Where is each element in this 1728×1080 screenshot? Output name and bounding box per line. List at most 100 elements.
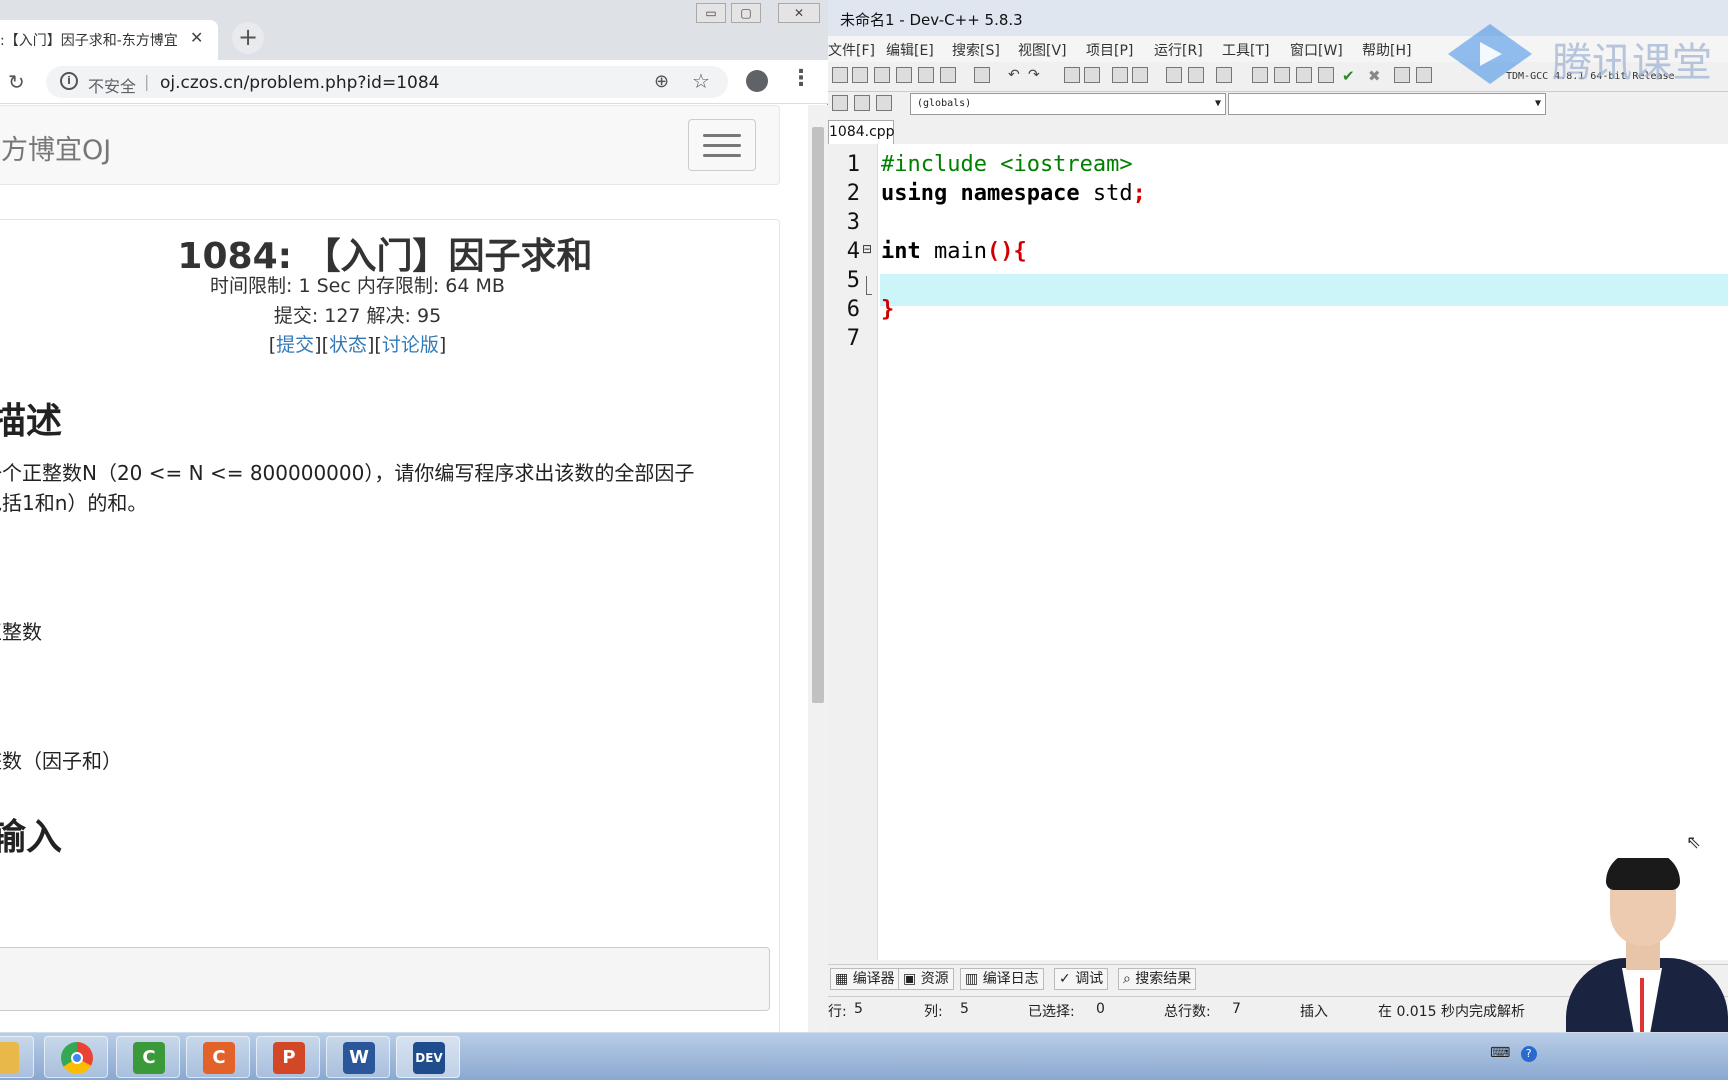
tab-close-icon[interactable]: ✕	[190, 28, 203, 47]
status-total: 7	[1232, 1001, 1241, 1017]
tab-search-results[interactable]: ⌕ 搜索结果	[1118, 968, 1197, 990]
keyboard-icon[interactable]: ⌨	[1490, 1045, 1510, 1061]
symbol-select[interactable]: ▼	[1228, 93, 1546, 115]
find-icon[interactable]	[1064, 67, 1080, 83]
current-line-highlight	[880, 274, 1728, 306]
browser-tab[interactable]: :【入门】因子求和-东方博宜 ✕	[0, 20, 218, 60]
minimize-button[interactable]: ▭	[696, 3, 726, 23]
site-navbar: 方博宜OJ	[0, 105, 780, 185]
status-col-label: 列:	[924, 1004, 943, 1020]
close-file-icon[interactable]	[918, 67, 934, 83]
line-number: 5	[846, 268, 860, 293]
tab-compile-log[interactable]: ▥ 编译日志	[960, 968, 1044, 990]
print-icon[interactable]	[974, 67, 990, 83]
indent-icon[interactable]	[1112, 67, 1128, 83]
menu-window[interactable]: 窗口[W]	[1290, 40, 1343, 60]
url-text[interactable]: oj.czos.cn/problem.php?id=1084	[160, 73, 439, 93]
bookmark-list-icon[interactable]	[876, 95, 892, 111]
tab-compiler[interactable]: ▦ 编译器	[830, 968, 900, 990]
menu-run[interactable]: 运行[R]	[1154, 40, 1203, 60]
open-file-icon[interactable]	[852, 67, 868, 83]
section-heading-description: 目描述	[0, 401, 63, 442]
scrollbar-thumb[interactable]	[812, 127, 824, 703]
bookmark-icon[interactable]	[1216, 67, 1232, 83]
fold-toggle-icon[interactable]: ⊟	[862, 242, 872, 256]
symbol: ;	[1132, 181, 1146, 206]
browser-window: :【入门】因子求和-东方博宜 ✕ + ▭ ▢ ✕ ↻ i 不安全 | oj.cz…	[0, 0, 828, 1032]
unindent-icon[interactable]	[1132, 67, 1148, 83]
taskbar-powerpoint[interactable]: P	[256, 1036, 320, 1078]
chevron-down-icon: ▼	[1534, 98, 1541, 109]
description-line-2: 包括1和n）的和。	[0, 491, 148, 515]
fold-line	[866, 276, 867, 294]
file-tab-1084[interactable]: 1084.cpp	[828, 120, 895, 144]
browser-menu-icon[interactable]: ⋮	[790, 66, 812, 91]
browser-toolbar: ↻ i 不安全 | oj.czos.cn/problem.php?id=1084…	[0, 60, 828, 104]
code-line-4: int main(){	[881, 239, 1027, 264]
chart-icon[interactable]	[1394, 67, 1410, 83]
scope-value: (globals)	[917, 98, 972, 109]
line-gutter: 1 2 3 4 5 6 7 ⊟	[828, 144, 878, 960]
replace-icon[interactable]	[1084, 67, 1100, 83]
site-brand[interactable]: 方博宜OJ	[1, 128, 111, 167]
undo-icon[interactable]: ↶	[1008, 67, 1024, 83]
code-editor[interactable]: 1 2 3 4 5 6 7 ⊟ #include <iostream> usin…	[828, 144, 1728, 960]
address-bar[interactable]: i 不安全 | oj.czos.cn/problem.php?id=1084 ⊕…	[46, 66, 728, 98]
class-browser-icon[interactable]	[832, 95, 848, 111]
check-syntax-icon[interactable]: ✔	[1342, 67, 1358, 85]
rebuild-icon[interactable]	[1318, 67, 1334, 83]
redo-icon[interactable]: ↷	[1028, 67, 1044, 83]
menu-search[interactable]: 搜索[S]	[952, 40, 1000, 60]
taskbar-word[interactable]: W	[326, 1036, 390, 1078]
taskbar-camtasia[interactable]: C	[186, 1036, 250, 1078]
menu-tools[interactable]: 工具[T]	[1222, 40, 1269, 60]
menu-view[interactable]: 视图[V]	[1018, 40, 1067, 60]
menu-project[interactable]: 项目[P]	[1086, 40, 1133, 60]
taskbar-explorer[interactable]	[0, 1036, 34, 1078]
back-icon[interactable]	[1166, 67, 1182, 83]
scope-select[interactable]: (globals) ▼	[910, 93, 1226, 115]
stop-icon[interactable]: ✖	[1368, 67, 1384, 85]
tab-debug[interactable]: ✓ 调试	[1054, 968, 1109, 990]
reload-icon[interactable]: ↻	[8, 70, 25, 94]
forward-icon[interactable]	[1188, 67, 1204, 83]
run-icon[interactable]	[1274, 67, 1290, 83]
close-all-icon[interactable]	[940, 67, 956, 83]
folder-icon	[0, 1042, 19, 1074]
maximize-button[interactable]: ▢	[731, 3, 761, 23]
problem-limits: 时间限制: 1 Sec 内存限制: 64 MB	[210, 275, 505, 297]
taskbar-devcpp[interactable]: DEV	[396, 1036, 460, 1078]
line-number: 2	[846, 181, 860, 206]
hamburger-menu-button[interactable]	[688, 119, 756, 171]
info-icon[interactable]: i	[60, 72, 78, 90]
zoom-icon[interactable]: ⊕	[654, 71, 669, 92]
description-line-1: 一个正整数N（20 <= N <= 800000000），请你编写程序求出该数的…	[0, 461, 695, 485]
save-all-icon[interactable]	[896, 67, 912, 83]
tab-resources[interactable]: ▣ 资源	[898, 968, 954, 990]
new-file-icon[interactable]	[832, 67, 848, 83]
goto-icon[interactable]	[854, 95, 870, 111]
preprocessor-directive: #include <iostream>	[881, 152, 1133, 177]
compile-icon[interactable]	[1252, 67, 1268, 83]
save-icon[interactable]	[874, 67, 890, 83]
sample-input-box	[0, 947, 770, 1011]
bookmark-star-icon[interactable]: ☆	[692, 69, 710, 93]
menu-file[interactable]: 文件[F]	[828, 40, 875, 60]
discuss-link[interactable]: 讨论版	[382, 334, 439, 356]
menu-help[interactable]: 帮助[H]	[1362, 40, 1411, 60]
close-window-button[interactable]: ✕	[778, 3, 820, 23]
help-icon[interactable]: ?	[1520, 1046, 1537, 1062]
menu-edit[interactable]: 编辑[E]	[886, 40, 934, 60]
taskbar: C C P W DEV ⌨ ?	[0, 1032, 1728, 1080]
page-content: 方博宜OJ 1084: 【入门】因子求和 时间限制: 1 Sec 内存限制: 6…	[0, 105, 808, 1032]
profile-icon[interactable]	[1416, 67, 1432, 83]
status-link[interactable]: 状态	[329, 334, 367, 356]
account-icon[interactable]	[746, 70, 768, 92]
submit-link[interactable]: 提交	[276, 334, 314, 356]
taskbar-camtasia-recorder[interactable]: C	[116, 1036, 180, 1078]
taskbar-chrome[interactable]	[44, 1036, 108, 1078]
new-tab-button[interactable]: +	[232, 22, 264, 54]
keyword: int	[881, 239, 921, 264]
compile-run-icon[interactable]	[1296, 67, 1312, 83]
page-scrollbar[interactable]	[808, 105, 828, 1032]
